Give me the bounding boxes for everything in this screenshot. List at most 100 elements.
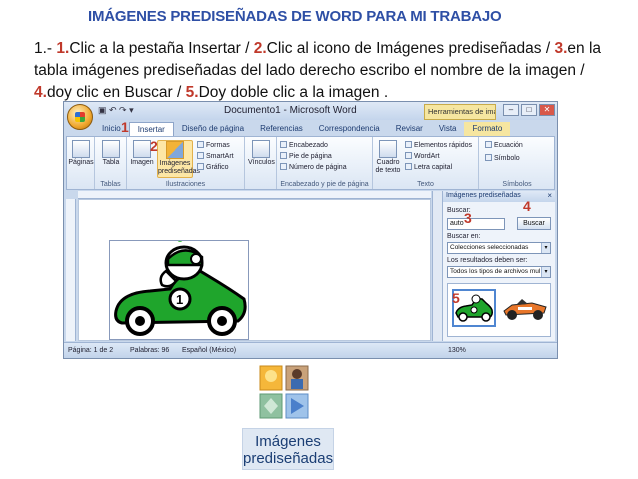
close-button[interactable]: ✕ <box>539 104 555 116</box>
clipart-icon <box>166 141 184 159</box>
dropdown-arrow-icon: ▾ <box>541 267 550 277</box>
wordart-button[interactable]: WordArt <box>405 152 440 160</box>
tab-vista[interactable]: Vista <box>431 122 465 136</box>
window-controls: – □ ✕ <box>503 104 555 116</box>
clipart-pane-title: Imágenes prediseñadas <box>446 192 521 199</box>
tab-referencias[interactable]: Referencias <box>252 122 311 136</box>
ecuacion-button[interactable]: Ecuación <box>485 141 523 149</box>
tab-diseno-de-pagina[interactable]: Diseño de página <box>174 122 252 136</box>
group-texto: Cuadro de texto Elementos rápidos WordArt… <box>373 137 479 189</box>
wordart-icon <box>405 152 412 159</box>
omega-icon <box>485 154 492 161</box>
marker-2: 2 <box>150 138 158 154</box>
group-label-tablas: Tablas <box>100 181 121 188</box>
group-ilustraciones: Imagen Imágenes prediseñadas Formas Smart… <box>127 137 245 189</box>
resultados-select[interactable]: Todos los tipos de archivos mul ▾ <box>447 266 551 278</box>
grafico-button[interactable]: Gráfico <box>197 163 229 171</box>
tab-revisar[interactable]: Revisar <box>388 122 431 136</box>
document-page[interactable]: 1 <box>78 199 431 341</box>
encabezado-button[interactable]: Encabezado <box>280 141 328 149</box>
clipart-pane-header: Imágenes prediseñadas × <box>443 191 555 202</box>
step-4-text: doy clic en Buscar / <box>46 84 182 101</box>
word-title-bar: ▣ ↶ ↷ ▾ Documento1 - Microsoft Word Herr… <box>64 102 557 120</box>
drop-cap-icon <box>405 163 412 170</box>
minimize-button[interactable]: – <box>503 104 519 116</box>
simbolo-button[interactable]: Símbolo <box>485 154 520 162</box>
marker-4: 4 <box>523 198 531 214</box>
office-button-icon[interactable] <box>67 104 93 130</box>
close-icon[interactable]: × <box>547 191 552 200</box>
clipart-results <box>447 283 551 337</box>
equation-icon <box>485 141 492 148</box>
shapes-icon <box>197 141 204 148</box>
quick-parts-icon <box>405 141 412 148</box>
step-5-number: 5. <box>185 84 199 101</box>
page-heading: IMÁGENES PREDISEÑADAS DE WORD PARA MI TR… <box>88 8 502 25</box>
status-words: Palabras: 96 <box>130 347 170 354</box>
window-title: Documento1 - Microsoft Word <box>224 105 357 116</box>
table-icon <box>102 140 120 158</box>
tab-correspondencia[interactable]: Correspondencia <box>311 122 388 136</box>
car-clipart-icon <box>455 294 493 322</box>
clipart-pane: Imágenes prediseñadas × Buscar: auto Bus… <box>442 191 555 341</box>
tab-insertar[interactable]: Insertar <box>128 122 174 136</box>
elementos-rapidos-button[interactable]: Elementos rápidos <box>405 141 472 149</box>
status-zoom[interactable]: 130% <box>448 347 466 354</box>
group-encabezado: Encabezado Pie de página Número de págin… <box>277 137 373 189</box>
marker-3: 3 <box>464 210 472 226</box>
resultados-label: Los resultados deben ser: <box>447 257 528 264</box>
pages-icon <box>72 140 90 158</box>
maximize-button[interactable]: □ <box>521 104 537 116</box>
tab-formato[interactable]: Formato <box>464 122 511 136</box>
group-vinculos: Vínculos <box>245 137 277 189</box>
tabla-button[interactable]: Tabla <box>98 140 124 167</box>
ribbon-insert: Páginas Tabla Tablas Imagen Imágenes pred… <box>66 136 555 190</box>
horizontal-ruler <box>78 191 431 199</box>
footer-icon <box>280 152 287 159</box>
result-race-car[interactable] <box>502 289 548 327</box>
clipart-label-enlarged: Imágenes prediseñadas <box>242 428 334 470</box>
group-simbolos: Ecuación Símbolo Símbolos <box>479 137 555 189</box>
step-4-number: 4. <box>34 84 47 101</box>
paginas-button[interactable]: Páginas <box>68 140 94 167</box>
imagenes-predisenadas-button[interactable]: Imágenes prediseñadas <box>157 140 200 178</box>
header-icon <box>280 141 287 148</box>
clipart-search-input[interactable]: auto <box>447 218 505 230</box>
pie-de-pagina-button[interactable]: Pie de página <box>280 152 332 160</box>
step-1-text: Clic a la pestaña Insertar / <box>69 40 250 57</box>
clipart-icon-enlarged <box>258 364 310 420</box>
race-car-icon <box>503 299 547 320</box>
link-icon <box>252 140 270 158</box>
word-window-screenshot: ▣ ↶ ↷ ▾ Documento1 - Microsoft Word Herr… <box>63 101 558 359</box>
svg-text:1: 1 <box>176 292 183 307</box>
numero-de-pagina-button[interactable]: Número de página <box>280 163 347 171</box>
buscar-button[interactable]: Buscar <box>517 217 551 230</box>
picture-icon <box>133 140 151 158</box>
group-label-encabezado: Encabezado y pie de página <box>280 181 369 188</box>
chart-icon <box>197 163 204 170</box>
quick-access-toolbar[interactable]: ▣ ↶ ↷ ▾ <box>98 105 134 116</box>
step-1-number: 1. <box>56 40 70 57</box>
formas-button[interactable]: Formas <box>197 141 230 149</box>
marker-5: 5 <box>452 290 460 306</box>
status-bar: Página: 1 de 2 Palabras: 96 Español (Méx… <box>64 342 557 358</box>
page-number-icon <box>280 163 287 170</box>
group-tablas: Tabla Tablas <box>95 137 127 189</box>
smartart-icon <box>197 152 204 159</box>
buscar-en-select[interactable]: Colecciones seleccionadas ▾ <box>447 242 551 254</box>
group-label-simbolos: Símbolos <box>502 181 532 188</box>
status-page: Página: 1 de 2 <box>68 347 114 354</box>
buscar-en-label: Buscar en: <box>447 233 481 240</box>
step-2-number: 2. <box>253 40 267 57</box>
vertical-scrollbar[interactable] <box>432 191 442 341</box>
letra-capital-button[interactable]: Letra capital <box>405 163 452 171</box>
status-language: Español (México) <box>182 347 237 354</box>
instructions-prefix: 1.- <box>34 40 53 57</box>
step-2-text: Clic al icono de Imágenes prediseñadas / <box>266 40 551 57</box>
vinculos-button[interactable]: Vínculos <box>248 140 275 167</box>
cuadro-de-texto-button[interactable]: Cuadro de texto <box>375 140 401 175</box>
car-clipart-icon: 1 <box>114 236 247 336</box>
smartart-button[interactable]: SmartArt <box>197 152 234 160</box>
dropdown-arrow-icon: ▾ <box>541 243 550 253</box>
inserted-car-clipart[interactable]: 1 <box>109 236 249 340</box>
